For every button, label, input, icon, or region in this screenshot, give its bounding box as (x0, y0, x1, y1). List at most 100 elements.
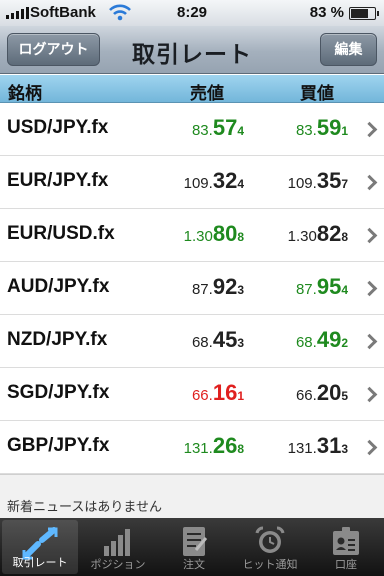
bid-price-part: 66. (191, 387, 213, 404)
bid-price-part: 8 (237, 442, 244, 456)
bar-chart-icon (104, 529, 130, 556)
table-row[interactable]: EUR/JPY.fx 109.324 109.357 (0, 156, 384, 209)
ask-price-part: 35 (316, 168, 342, 193)
ask-price-part: 2 (341, 336, 348, 350)
battery-percent: 83 % (309, 4, 344, 21)
ask-price-part: 31 (316, 433, 342, 458)
bid-price-part: 1.30 (183, 228, 213, 245)
bid-price-part: 83. (191, 122, 213, 139)
ask-price-part: 4 (341, 283, 348, 297)
tab-label: 口座 (335, 559, 357, 571)
bid-price: 109.324 (184, 168, 244, 194)
bid-price-part: 4 (237, 124, 244, 138)
ask-price: 109.357 (288, 168, 348, 194)
column-ask: 買値 (300, 84, 334, 103)
ask-price-part: 1 (341, 124, 348, 138)
bid-price-part: 8 (237, 230, 244, 244)
bid-price-part: 131. (183, 440, 213, 457)
chevron-right-icon[interactable] (361, 227, 378, 244)
ask-price-part: 95 (316, 274, 342, 299)
tab-label: ポジション (90, 559, 146, 571)
bid-price-part: 3 (237, 283, 244, 297)
bid-price-part: 68. (191, 334, 213, 351)
bid-price-part: 92 (212, 274, 238, 299)
tab-account[interactable]: 口座 (308, 518, 384, 576)
bid-price-part: 45 (212, 327, 238, 352)
bid-price-part: 109. (183, 175, 213, 192)
chevron-right-icon[interactable] (361, 121, 378, 138)
order-document-icon (183, 527, 208, 556)
ask-price: 1.30828 (288, 221, 348, 247)
bid-price: 131.268 (184, 433, 244, 459)
bid-price-part: 26 (212, 433, 238, 458)
bid-price: 83.574 (192, 115, 244, 141)
tab-label: 注文 (183, 559, 205, 571)
bid-price-part: 32 (212, 168, 238, 193)
currency-pair: SGD/JPY.fx (7, 382, 110, 403)
rate-list: USD/JPY.fx 83.574 83.591 EUR/JPY.fx 109.324 1… (0, 103, 384, 474)
column-header: 銘柄 売値 買値 (0, 75, 384, 103)
ask-price: 131.313 (288, 433, 348, 459)
chevron-right-icon[interactable] (361, 439, 378, 456)
column-bid: 売値 (190, 84, 224, 103)
column-symbol: 銘柄 (8, 84, 42, 103)
ask-price-part: 131. (287, 440, 317, 457)
currency-pair: EUR/USD.fx (7, 223, 115, 244)
currency-pair: EUR/JPY.fx (7, 170, 109, 191)
table-row[interactable]: GBP/JPY.fx 131.268 131.313 (0, 421, 384, 474)
ask-price-part: 109. (287, 175, 317, 192)
bid-price-part: 3 (237, 336, 244, 350)
battery-icon (349, 7, 379, 20)
account-card-icon (333, 527, 359, 555)
currency-pair: USD/JPY.fx (7, 117, 109, 138)
chevron-right-icon[interactable] (361, 386, 378, 403)
tab-hit-alerts[interactable]: ヒット通知 (232, 518, 308, 576)
news-ticker[interactable]: 新着ニュースはありません (0, 474, 384, 518)
table-row[interactable]: EUR/USD.fx 1.30808 1.30828 (0, 209, 384, 262)
ask-price-part: 8 (341, 230, 348, 244)
ask-price: 66.205 (296, 380, 348, 406)
bid-price: 66.161 (192, 380, 244, 406)
edit-button[interactable]: 編集 (320, 33, 377, 66)
ask-price: 87.954 (296, 274, 348, 300)
currency-pair: NZD/JPY.fx (7, 329, 108, 350)
table-row[interactable]: USD/JPY.fx 83.574 83.591 (0, 103, 384, 156)
chevron-right-icon[interactable] (361, 333, 378, 350)
tab-bar: 取引レート ポジション 注文 ヒット通知 口座 (0, 518, 384, 576)
currency-pair: AUD/JPY.fx (7, 276, 110, 297)
bid-price-part: 1 (237, 389, 244, 403)
ask-price: 68.492 (296, 327, 348, 353)
bid-price: 1.30808 (184, 221, 244, 247)
ask-price-part: 20 (316, 380, 342, 405)
table-row[interactable]: NZD/JPY.fx 68.453 68.492 (0, 315, 384, 368)
currency-pair: GBP/JPY.fx (7, 435, 110, 456)
bid-price-part: 4 (237, 177, 244, 191)
ask-price-part: 7 (341, 177, 348, 191)
tab-positions[interactable]: ポジション (80, 518, 156, 576)
ask-price-part: 3 (341, 442, 348, 456)
bid-price: 87.923 (192, 274, 244, 300)
bid-price-part: 80 (212, 221, 238, 246)
ask-price-part: 83. (295, 122, 317, 139)
ask-price-part: 59 (316, 115, 342, 140)
table-row[interactable]: AUD/JPY.fx 87.923 87.954 (0, 262, 384, 315)
chevron-right-icon[interactable] (361, 174, 378, 191)
tab-rates[interactable]: 取引レート (2, 520, 78, 574)
navigation-bar: ログアウト 取引レート 編集 (0, 26, 384, 74)
ask-price-part: 68. (295, 334, 317, 351)
bid-price: 68.453 (192, 327, 244, 353)
status-bar: SoftBank 8:29 83 % (0, 0, 384, 26)
tab-label: ヒット通知 (242, 559, 298, 571)
ask-price-part: 66. (295, 387, 317, 404)
ask-price: 83.591 (296, 115, 348, 141)
ask-price-part: 87. (295, 281, 317, 298)
tab-orders[interactable]: 注文 (156, 518, 232, 576)
table-row[interactable]: SGD/JPY.fx 66.161 66.205 (0, 368, 384, 421)
ask-price-part: 49 (316, 327, 342, 352)
news-text: 新着ニュースはありません (7, 499, 162, 514)
tab-label: 取引レート (12, 557, 68, 569)
ask-price-part: 1.30 (287, 228, 317, 245)
bid-price-part: 16 (212, 380, 238, 405)
bid-price-part: 57 (212, 115, 238, 140)
chevron-right-icon[interactable] (361, 280, 378, 297)
